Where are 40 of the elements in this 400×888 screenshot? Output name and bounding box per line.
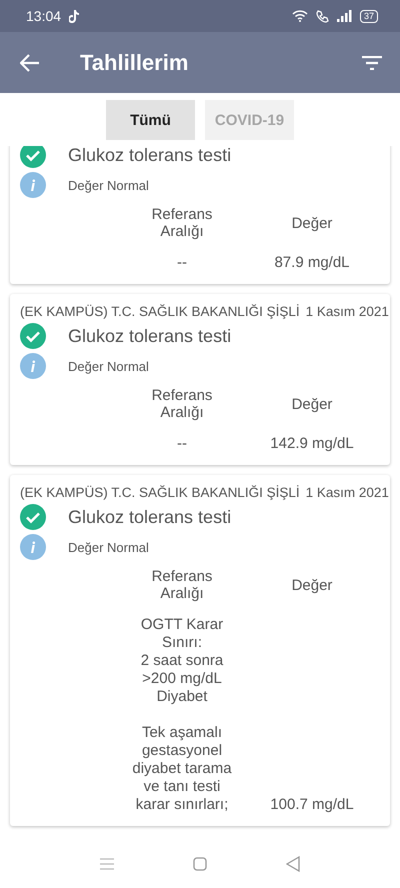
- music-note-icon: [69, 10, 80, 22]
- phone-icon: [316, 10, 329, 22]
- column-header: Değer: [290, 396, 334, 412]
- column-header: Değer: [290, 214, 334, 232]
- result-value: 142.9 mg/dL: [269, 435, 355, 453]
- filter-tab[interactable]: Tümü: [106, 100, 195, 140]
- reference-range: OGTT Karar Sınırı: 2 saat sonra >200 mg/dL Diyabet Tek aşamalı gestasyonel diyabet tarama ve tanı testi karar sınırları;: [131, 616, 233, 814]
- info-icon: [20, 353, 46, 379]
- check-icon: [20, 323, 46, 349]
- reference-range: --: [176, 435, 188, 453]
- result-status: Değer Normal: [68, 178, 149, 192]
- result-status: Değer Normal: [68, 358, 149, 374]
- hospital-name: (EK KAMPÜS) T.C. SAĞLIK BAKANLIĞI ŞİŞLİ: [20, 485, 300, 500]
- column-header: Referans Aralığı: [150, 387, 214, 421]
- wifi-icon: [292, 10, 308, 22]
- filter-icon[interactable]: [362, 56, 382, 70]
- back-arrow-icon[interactable]: [20, 54, 40, 72]
- column-header: Referans Aralığı: [150, 568, 214, 602]
- column-header: Değer: [290, 576, 334, 594]
- signal-icon: [336, 10, 352, 22]
- hospital-name: (EK KAMPÜS) T.C. SAĞLIK BAKANLIĞI ŞİŞLİ: [20, 304, 300, 319]
- result-value: 87.9 mg/dL: [273, 254, 351, 272]
- status-time: 13:04: [26, 8, 62, 24]
- menu-icon[interactable]: [100, 858, 114, 870]
- screen-title: Tahlillerim: [80, 50, 190, 76]
- result-date: 1 Kasım 2021: [306, 304, 389, 319]
- test-name: Glukoz tolerans testi: [68, 326, 232, 346]
- result-value: 100.7 mg/dL: [269, 796, 355, 814]
- result-date: 1 Kasım 2021: [306, 485, 389, 500]
- battery-level: 37: [360, 10, 378, 22]
- result-status: Değer Normal: [68, 540, 149, 554]
- info-icon: [20, 534, 46, 560]
- test-name: Glukoz tolerans testi: [68, 506, 232, 528]
- column-header: Referans Aralığı: [150, 206, 214, 240]
- home-square-icon[interactable]: [192, 857, 207, 871]
- check-icon: [20, 504, 46, 530]
- reference-range: --: [176, 254, 188, 272]
- info-icon: [20, 172, 46, 198]
- back-triangle-icon[interactable]: [286, 856, 300, 872]
- test-name: Glukoz tolerans testi: [68, 146, 232, 166]
